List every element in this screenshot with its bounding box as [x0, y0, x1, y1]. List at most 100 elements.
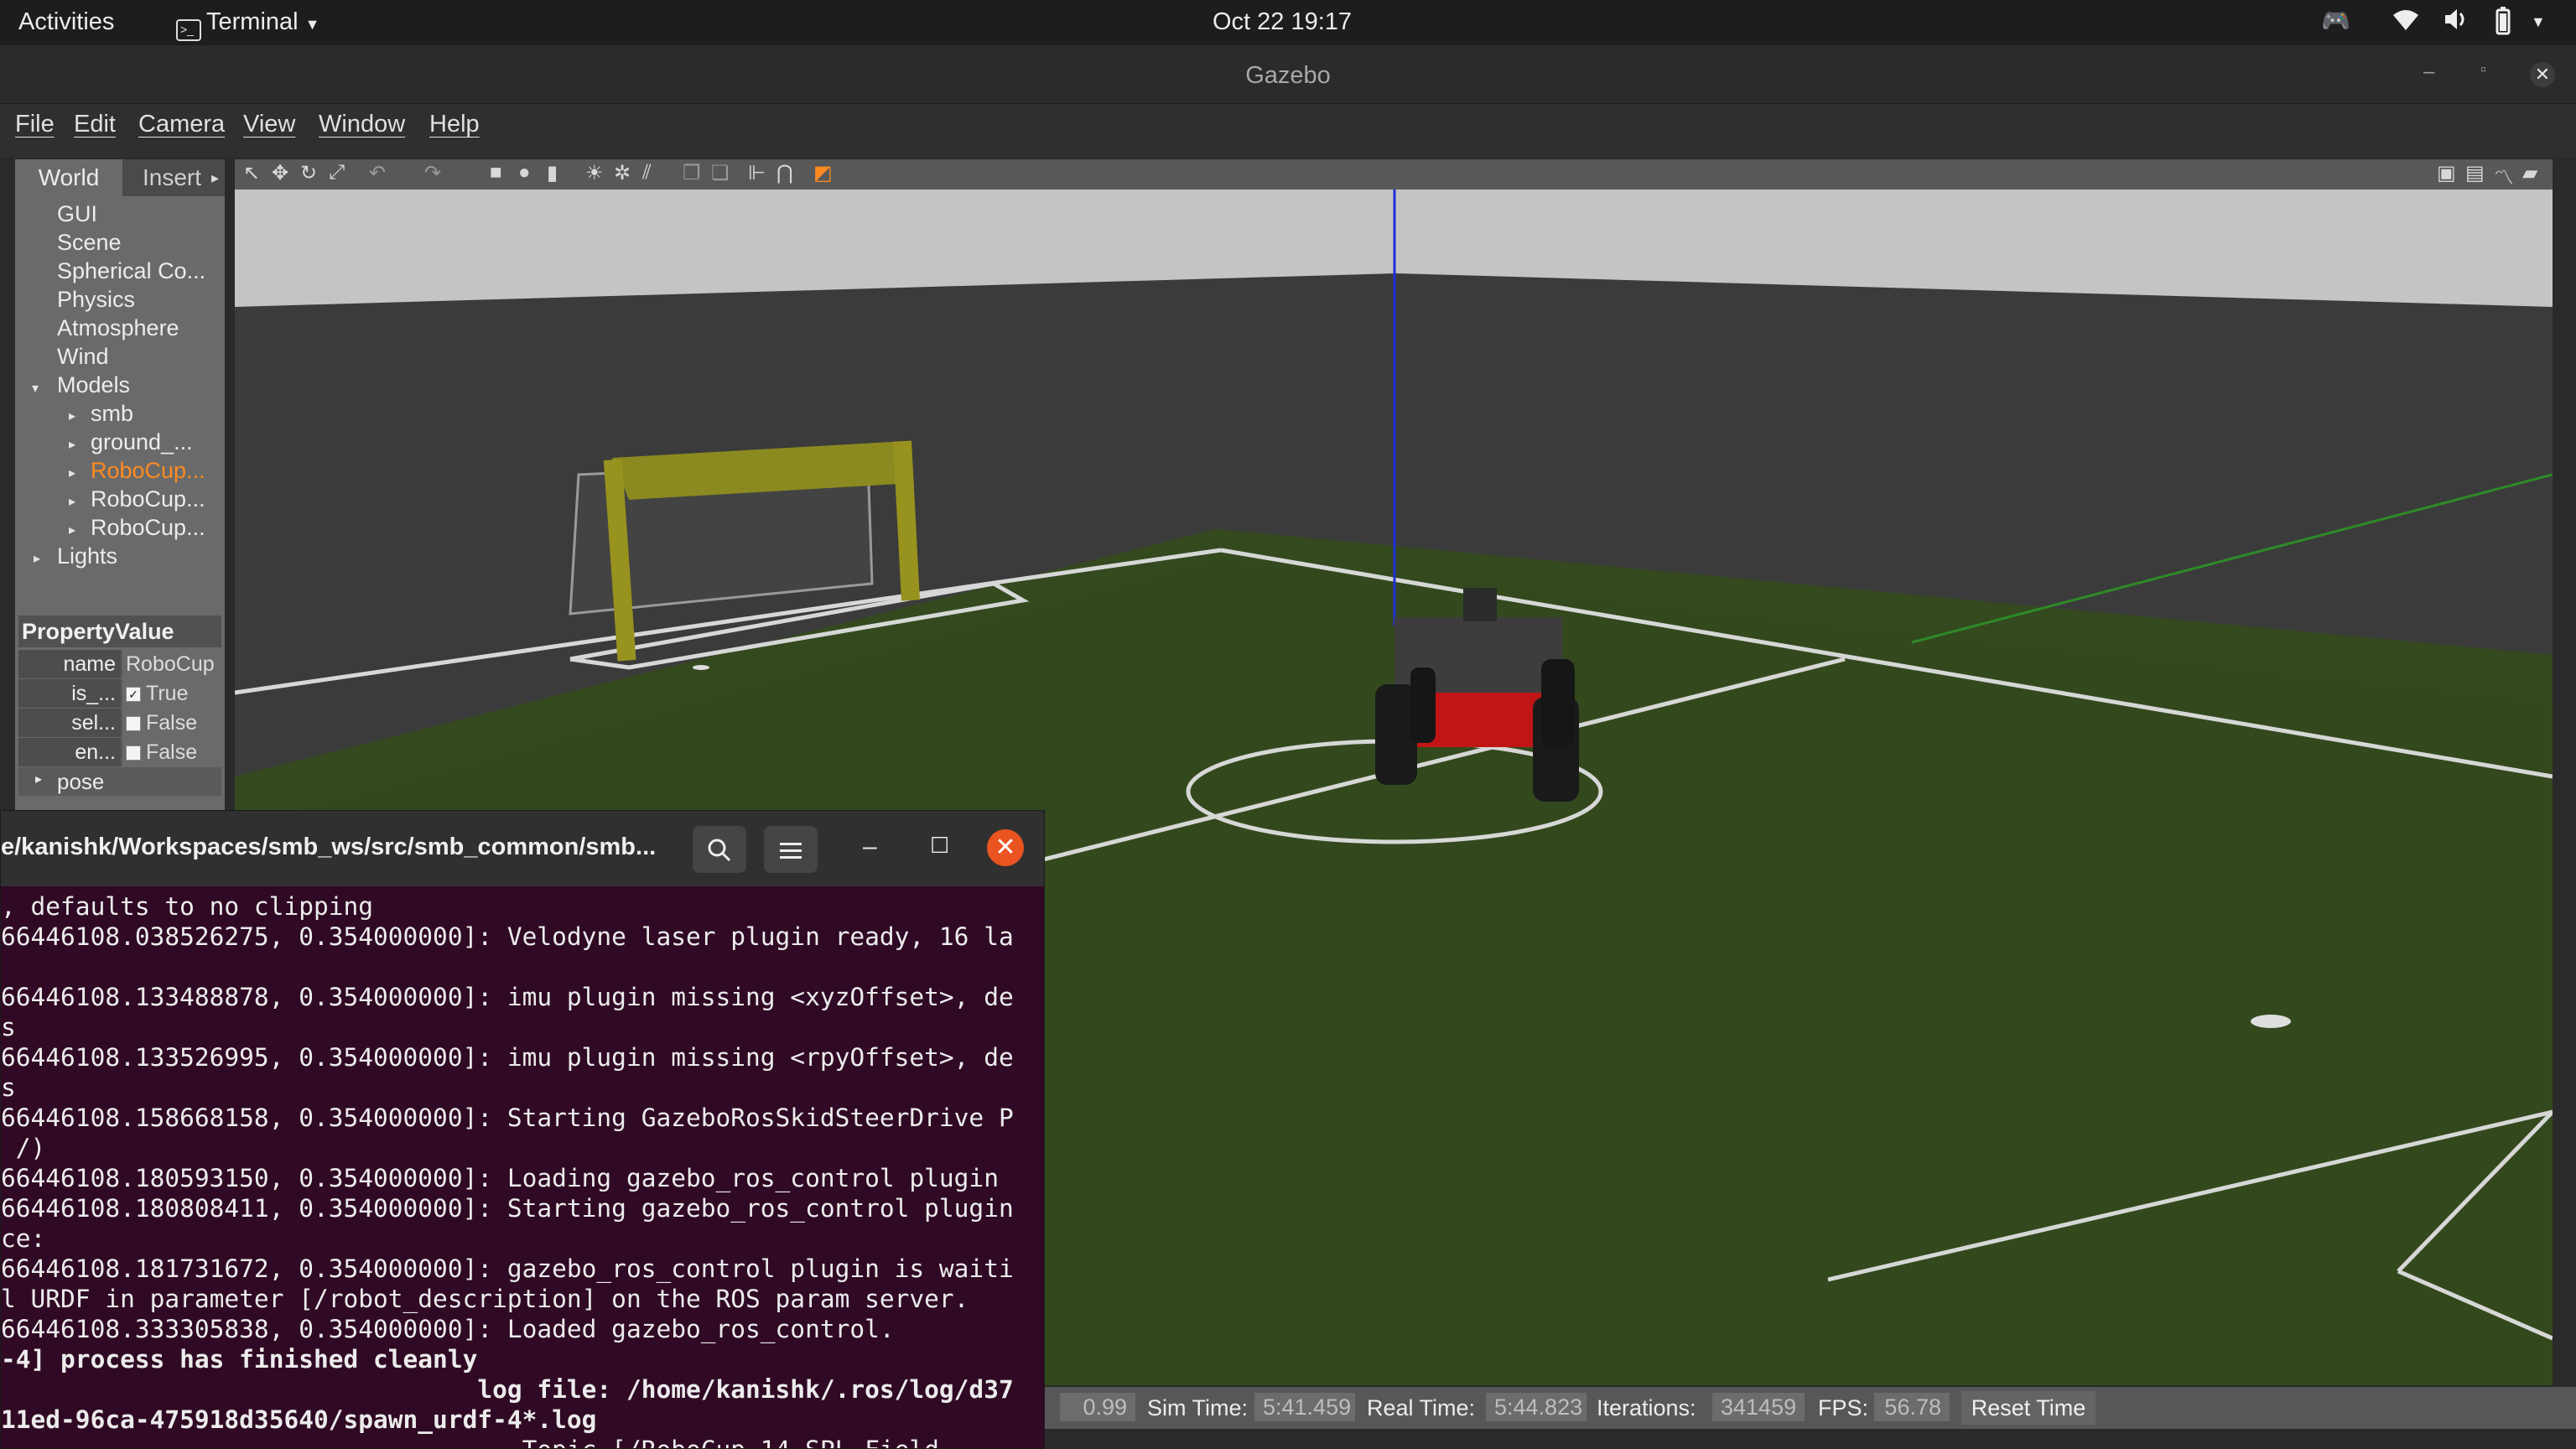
terminal-line: Topic [/RoboCup_14_SPL_Field [1, 1435, 1044, 1448]
real-time-label: Real Time: [1367, 1395, 1476, 1420]
property-key: sel... [18, 709, 121, 737]
paste-icon[interactable]: ❏ [711, 161, 730, 185]
collapsed-arrow-icon[interactable]: ▸ [34, 550, 40, 567]
select-mode-icon[interactable]: ↖ [243, 161, 260, 185]
checkbox-unchecked[interactable] [126, 716, 141, 732]
reset-time-button[interactable]: Reset Time [1961, 1391, 2096, 1425]
directional-light-icon[interactable]: ⫽ [642, 161, 652, 184]
property-value[interactable]: False [122, 738, 221, 766]
close-button[interactable]: ✕ [2530, 62, 2555, 87]
change-view-icon[interactable]: ◩ [813, 161, 833, 185]
property-value[interactable]: ✓ True [122, 679, 221, 708]
gazebo-title-bar[interactable]: Gazebo – ▫ [0, 45, 2576, 104]
cylinder-shape-icon[interactable]: ▮ [547, 161, 558, 185]
clock[interactable]: Oct 22 19:17 [1213, 8, 1352, 36]
tree-item-gui[interactable]: GUI [57, 201, 97, 227]
scale-mode-icon[interactable]: ⤢ [329, 161, 345, 184]
tree-item-models[interactable]: Models [57, 372, 130, 398]
tree-item-atmosphere[interactable]: Atmosphere [57, 315, 179, 341]
spot-light-icon[interactable]: ✲ [614, 161, 631, 185]
property-value[interactable]: RoboCup [122, 650, 221, 678]
menu-window[interactable]: Window [319, 111, 405, 138]
terminal-header-bar[interactable]: e/kanishk/Workspaces/smb_ws/src/smb_comm… [1, 811, 1044, 886]
rotate-mode-icon[interactable]: ↻ [300, 161, 317, 185]
align-icon[interactable]: ⊩ [748, 161, 766, 185]
terminal-line: 66446108.180593150, 0.354000000]: Loadin… [1, 1164, 999, 1192]
terminal-minimize-button[interactable]: – [863, 833, 877, 861]
checkbox-label: False [146, 740, 198, 764]
minimize-button[interactable]: – [2423, 60, 2434, 84]
point-light-icon[interactable]: ☀ [585, 161, 604, 185]
terminal-window[interactable]: e/kanishk/Workspaces/smb_ws/src/smb_comm… [0, 810, 1045, 1449]
tree-item-model-ground[interactable]: ground_... [91, 429, 193, 455]
menu-view[interactable]: View [243, 111, 295, 138]
terminal-app-menu[interactable]: >_ Terminal ▼ [176, 8, 319, 41]
snap-icon[interactable]: ⋂ [776, 161, 793, 185]
property-row[interactable]: name RoboCup [18, 650, 221, 678]
terminal-icon: >_ [176, 19, 201, 41]
tree-item-spherical-coordinates[interactable]: Spherical Co... [57, 258, 205, 284]
tree-item-wind[interactable]: Wind [57, 344, 109, 370]
tree-item-model-smb[interactable]: smb [91, 401, 133, 427]
sphere-shape-icon[interactable]: ● [518, 161, 531, 184]
volume-icon[interactable] [2442, 5, 2470, 40]
terminal-output[interactable]: , defaults to no clipping 66446108.038526… [1, 891, 1044, 1448]
terminal-close-button[interactable]: ✕ [987, 829, 1024, 866]
property-row[interactable]: en... False [18, 738, 221, 766]
box-shape-icon[interactable]: ■ [490, 161, 502, 184]
property-row[interactable]: is_... ✓ True [18, 679, 221, 708]
activities-button[interactable]: Activities [18, 8, 114, 36]
redo-icon[interactable]: ↷ [424, 161, 441, 185]
terminal-line: 11ed-96ca-475918d35640/spawn_urdf-4*.log [1, 1405, 597, 1434]
menu-help[interactable]: Help [429, 111, 480, 138]
terminal-line: log file: /home/kanishk/.ros/log/d37 [1, 1375, 1014, 1404]
battery-icon[interactable] [2492, 7, 2514, 42]
property-row[interactable]: sel... False [18, 709, 221, 737]
terminal-maximize-button[interactable]: ☐ [930, 833, 949, 859]
terminal-line: 66446108.180808411, 0.354000000]: Starti… [1, 1194, 1014, 1223]
translate-mode-icon[interactable]: ✥ [272, 161, 288, 185]
tree-item-lights[interactable]: Lights [57, 543, 117, 569]
collapsed-arrow-icon[interactable]: ▸ [69, 522, 75, 538]
tree-item-model-robocup-selected[interactable]: RoboCup... [91, 458, 205, 484]
screenshot-icon[interactable]: ▣ [2437, 161, 2456, 185]
checkbox-unchecked[interactable] [126, 745, 141, 761]
collapsed-arrow-icon[interactable]: ▸ [35, 771, 42, 787]
property-row-pose[interactable]: ▸ pose [18, 767, 221, 796]
wifi-icon[interactable] [2392, 5, 2420, 40]
chevron-down-icon: ▼ [304, 16, 320, 33]
undo-icon[interactable]: ↶ [369, 161, 386, 185]
property-value[interactable]: False [122, 709, 221, 737]
tab-scroll-right-icon[interactable]: ▸ [211, 159, 219, 196]
log-icon[interactable]: ▤ [2465, 161, 2485, 185]
collapsed-arrow-icon[interactable]: ▸ [69, 465, 75, 481]
menu-file[interactable]: File [15, 111, 55, 138]
collapsed-arrow-icon[interactable]: ▸ [69, 493, 75, 510]
maximize-button[interactable]: ▫ [2480, 60, 2486, 80]
menu-camera[interactable]: Camera [138, 111, 225, 138]
terminal-search-button[interactable] [693, 826, 746, 873]
collapsed-arrow-icon[interactable]: ▸ [69, 436, 75, 453]
tree-item-model-robocup[interactable]: RoboCup... [91, 486, 205, 512]
tab-insert[interactable]: Insert [126, 159, 242, 196]
terminal-line: 66446108.333305838, 0.354000000]: Loaded… [1, 1315, 895, 1343]
tree-item-scene[interactable]: Scene [57, 230, 122, 256]
plot-icon[interactable]: 〽 [2494, 161, 2514, 190]
tab-world[interactable]: World [15, 159, 122, 196]
video-record-icon[interactable]: ▰ [2522, 161, 2537, 185]
terminal-line: s [1, 1073, 16, 1102]
checkbox-label: True [146, 682, 189, 705]
collapsed-arrow-icon[interactable]: ▸ [69, 408, 75, 424]
tree-item-model-robocup[interactable]: RoboCup... [91, 515, 205, 541]
terminal-line: , defaults to no clipping [1, 892, 374, 921]
discord-tray-icon[interactable]: 🎮 [2321, 7, 2350, 34]
terminal-menu-button[interactable] [764, 826, 818, 873]
menu-edit[interactable]: Edit [74, 111, 116, 138]
checkbox-checked[interactable]: ✓ [126, 687, 141, 703]
copy-icon[interactable]: ❐ [683, 161, 701, 185]
expanded-arrow-icon[interactable]: ▾ [32, 380, 39, 397]
property-key: is_... [18, 679, 121, 708]
tree-item-physics[interactable]: Physics [57, 287, 135, 313]
system-menu-chevron-icon[interactable]: ▼ [2531, 13, 2546, 31]
